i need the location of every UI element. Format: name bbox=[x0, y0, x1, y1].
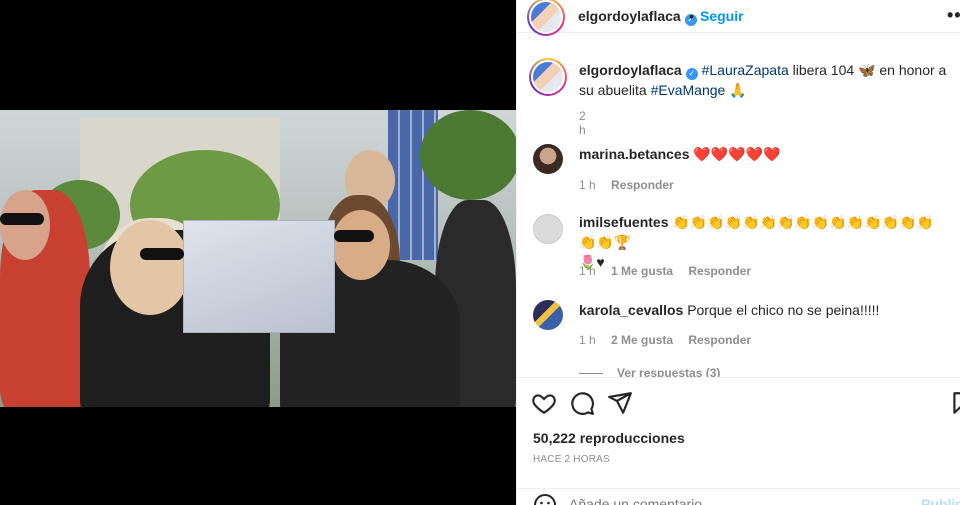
video-player[interactable] bbox=[0, 0, 516, 505]
publish-button[interactable]: Publicar bbox=[921, 496, 960, 505]
caption-text: elgordoylaflaca ✓ #LauraZapata libera 104… bbox=[579, 60, 949, 100]
author-name-block: elgordoylaflaca ✓ bbox=[578, 8, 697, 26]
caption-avatar[interactable] bbox=[529, 58, 567, 96]
pray-emoji: 🙏 bbox=[725, 82, 747, 98]
video-sunglasses bbox=[0, 213, 44, 225]
hashtag-link[interactable]: #LauraZapata bbox=[702, 62, 789, 78]
reply-button[interactable]: Responder bbox=[688, 264, 751, 278]
author-username[interactable]: elgordoylaflaca bbox=[578, 8, 681, 24]
comment-meta: 1 h 1 Me gusta Responder bbox=[579, 264, 763, 278]
commenter-avatar[interactable] bbox=[533, 300, 563, 330]
caption-fragment: libera 104 bbox=[788, 62, 859, 78]
hashtag-link[interactable]: #EvaMange bbox=[651, 82, 726, 98]
view-replies-label: Ver respuestas (3) bbox=[617, 366, 721, 377]
caption-username[interactable]: elgordoylaflaca bbox=[579, 62, 682, 78]
comment-body: Porque el chico no se peina!!!!! bbox=[687, 302, 880, 318]
share-plane-icon[interactable] bbox=[607, 390, 633, 416]
author-avatar[interactable] bbox=[527, 0, 565, 36]
comment-bubble-icon[interactable] bbox=[569, 390, 595, 416]
comment-text: marina.betances ❤️❤️❤️❤️❤️ bbox=[579, 144, 949, 164]
likes-count[interactable]: 1 Me gusta bbox=[611, 264, 673, 278]
comment-input[interactable] bbox=[569, 496, 889, 505]
butterfly-emoji: 🦋 bbox=[858, 62, 876, 78]
post-sidebar: elgordoylaflaca✓ • Seguir ••• elgordoyla… bbox=[516, 0, 960, 505]
reply-button[interactable]: Responder bbox=[688, 333, 751, 347]
comment-meta: 1 h Responder bbox=[579, 178, 686, 192]
video-person-head bbox=[332, 210, 390, 280]
post-timestamp[interactable]: HACE 2 HORAS bbox=[533, 454, 610, 465]
view-replies-button[interactable]: Ver respuestas (3) bbox=[579, 366, 720, 377]
bookmark-icon[interactable] bbox=[949, 390, 960, 416]
header-separator: • bbox=[689, 8, 694, 24]
avatar-image bbox=[531, 2, 561, 32]
caption-time[interactable]: 2 h bbox=[579, 109, 586, 137]
likes-count[interactable]: 2 Me gusta bbox=[611, 333, 673, 347]
video-frame[interactable] bbox=[0, 110, 516, 407]
post-header: elgordoylaflaca✓ • Seguir ••• bbox=[517, 0, 960, 36]
comments-list[interactable]: elgordoylaflaca ✓ #LauraZapata libera 104… bbox=[517, 44, 960, 377]
video-tree bbox=[420, 110, 516, 200]
follow-button[interactable]: Seguir bbox=[700, 8, 744, 24]
emoji-icon[interactable] bbox=[533, 493, 557, 505]
verified-icon: ✓ bbox=[685, 68, 698, 80]
comment-time[interactable]: 1 h bbox=[579, 333, 596, 347]
post-actions: 50,222 reproducciones HACE 2 HORAS Publi… bbox=[517, 377, 960, 505]
video-butterfly-box bbox=[183, 220, 335, 333]
more-options-icon[interactable]: ••• bbox=[947, 5, 960, 26]
default-avatar-icon[interactable] bbox=[533, 214, 563, 244]
comment-text: karola_cevallos Porque el chico no se pe… bbox=[579, 300, 949, 320]
comment-time[interactable]: 1 h bbox=[579, 264, 596, 278]
video-sunglasses bbox=[140, 248, 184, 260]
comment-composer: Publicar bbox=[517, 488, 960, 505]
reply-button[interactable]: Responder bbox=[611, 178, 674, 192]
comment-text: imilsefuentes 👏👏👏👏👏👏👏👏👏👏👏👏👏👏👏👏👏🏆 🌷♥ bbox=[579, 212, 949, 272]
video-sunglasses bbox=[334, 230, 374, 242]
view-count[interactable]: 50,222 reproducciones bbox=[533, 430, 685, 446]
commenter-username[interactable]: imilsefuentes bbox=[579, 214, 668, 230]
commenter-username[interactable]: marina.betances bbox=[579, 146, 690, 162]
comment-meta: 1 h 2 Me gusta Responder bbox=[579, 333, 763, 347]
comment-body: ❤️❤️❤️❤️❤️ bbox=[693, 146, 781, 162]
commenter-avatar[interactable] bbox=[533, 144, 563, 174]
replies-divider bbox=[579, 373, 603, 375]
like-heart-icon[interactable] bbox=[531, 390, 557, 416]
video-person-head bbox=[110, 220, 190, 315]
video-person-head bbox=[0, 190, 50, 260]
avatar-image bbox=[533, 62, 563, 92]
comment-time[interactable]: 1 h bbox=[579, 178, 596, 192]
commenter-username[interactable]: karola_cevallos bbox=[579, 302, 683, 318]
